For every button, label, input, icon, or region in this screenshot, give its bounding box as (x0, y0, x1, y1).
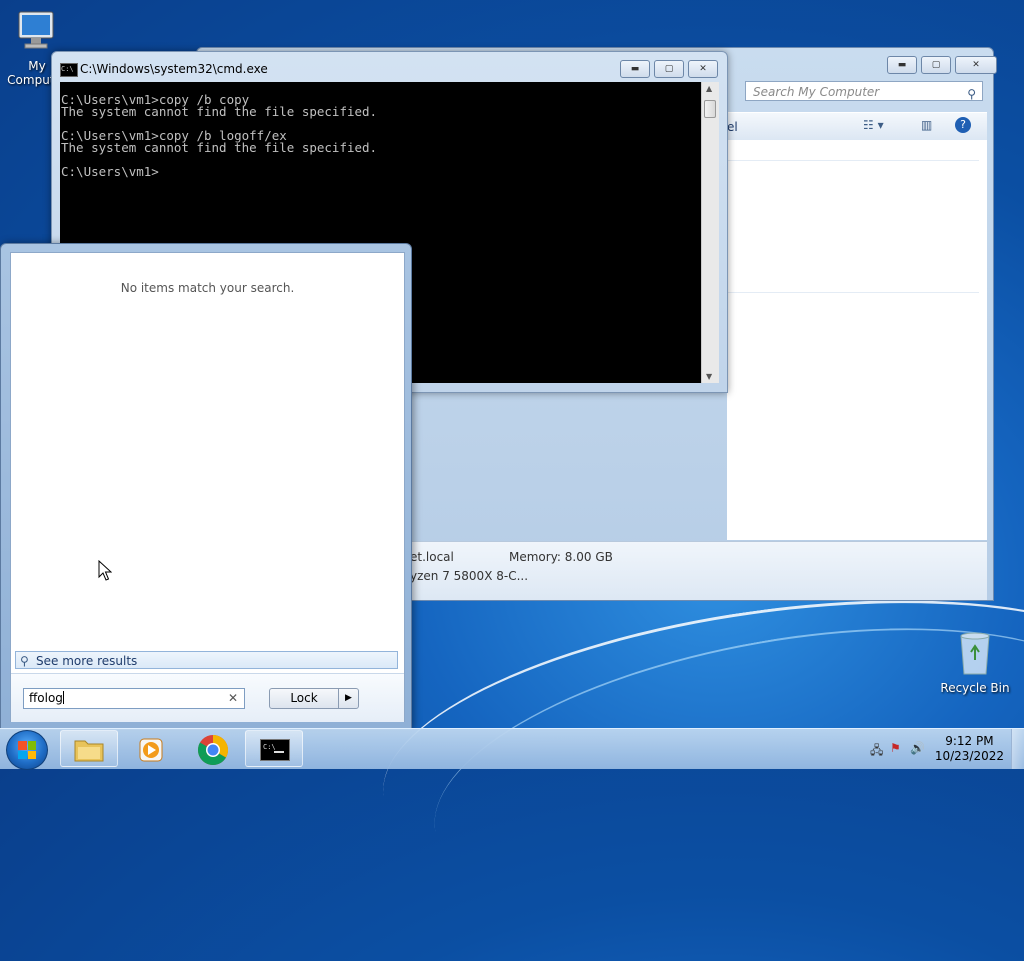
explorer-search-input[interactable]: Search My Computer ⚲ (745, 81, 983, 101)
details-pane: et.local Memory: 8.00 GB yzen 7 5800X 8-… (410, 541, 987, 600)
desktop-icon-recycle-bin[interactable]: Recycle Bin (938, 630, 1012, 695)
explorer-window-controls: ▬ ▢ ✕ (887, 56, 997, 74)
minimize-button[interactable]: ▬ (887, 56, 917, 74)
maximize-button[interactable]: ▢ (654, 60, 684, 78)
cmd-window-controls: ▬ ▢ ✕ (620, 60, 718, 78)
see-more-label: See more results (36, 654, 138, 668)
text-caret (62, 691, 64, 704)
help-icon[interactable]: ? (955, 117, 971, 133)
cmd-window-title: C:\Windows\system32\cmd.exe (80, 62, 268, 76)
svg-text:C:\: C:\ (263, 743, 276, 751)
clock-time: 9:12 PM (945, 734, 994, 748)
minimize-button[interactable]: ▬ (620, 60, 650, 78)
console-line: C:\Users\vm1> (61, 164, 159, 179)
network-icon[interactable]: 🖧 (870, 741, 883, 762)
shutdown-options-arrow-icon[interactable]: ▶ (338, 688, 359, 709)
start-search-input[interactable]: ffolog ✕ (23, 688, 245, 709)
details-domain: et.local (410, 550, 454, 564)
windows-logo-icon (18, 741, 36, 759)
search-placeholder: Search My Computer (753, 85, 880, 99)
clear-search-icon[interactable]: ✕ (228, 689, 238, 708)
mouse-cursor-icon (98, 560, 112, 581)
taskbar-explorer-button[interactable] (60, 730, 118, 767)
search-icon[interactable]: ⚲ (967, 84, 976, 104)
taskbar-chrome-button[interactable] (183, 730, 241, 767)
scroll-down-arrow-icon[interactable]: ▼ (706, 372, 712, 381)
cmd-icon: C:\ (260, 739, 290, 761)
scroll-up-arrow-icon[interactable]: ▲ (706, 84, 712, 93)
lock-button[interactable]: Lock (269, 688, 339, 709)
volume-icon[interactable]: 🔊 (910, 741, 925, 755)
action-center-icon[interactable]: ⚑ (890, 741, 901, 755)
view-options-icon[interactable]: ☷ ▾ (863, 118, 884, 132)
start-button[interactable] (6, 730, 48, 770)
details-memory: Memory: 8.00 GB (509, 550, 613, 564)
see-more-results-link[interactable]: ⚲ See more results (15, 651, 398, 669)
divider (727, 160, 979, 161)
explorer-toolbar: el ☷ ▾ ▥ ? (727, 112, 987, 141)
start-menu-results-panel: No items match your search. ⚲ See more r… (10, 252, 405, 722)
media-player-icon (139, 738, 163, 762)
preview-pane-icon[interactable]: ▥ (921, 118, 932, 132)
scroll-thumb[interactable] (704, 100, 716, 118)
start-menu-bottom-bar: ffolog ✕ Lock ▶ (11, 673, 404, 722)
close-button[interactable]: ✕ (688, 60, 718, 78)
taskbar-cmd-button[interactable]: C:\ (245, 730, 303, 767)
toolbar-item-fragment[interactable]: el (727, 120, 738, 134)
system-tray: 🖧 ⚑ 🔊 9:12 PM 10/23/2022 (854, 729, 1024, 769)
clock[interactable]: 9:12 PM 10/23/2022 (935, 734, 1004, 764)
folder-icon (74, 740, 104, 762)
close-button[interactable]: ✕ (955, 56, 997, 74)
clock-date: 10/23/2022 (934, 749, 1004, 763)
desktop-icon-label: Recycle Bin (940, 681, 1010, 695)
cmd-scrollbar[interactable]: ▲ ▼ (701, 82, 719, 383)
console-line: The system cannot find the file specifie… (61, 140, 378, 155)
explorer-content (727, 140, 987, 540)
taskbar-media-player-button[interactable] (121, 730, 179, 767)
search-icon: ⚲ (20, 654, 29, 668)
chrome-icon (197, 735, 229, 766)
search-value: ffolog (29, 691, 63, 705)
details-processor: yzen 7 5800X 8-C... (410, 569, 529, 583)
no-results-message: No items match your search. (120, 281, 295, 295)
wallpaper-swoosh-2 (412, 581, 1024, 961)
start-menu: No items match your search. ⚲ See more r… (0, 243, 412, 730)
show-desktop-button[interactable] (1011, 729, 1024, 769)
divider (727, 292, 979, 293)
maximize-button[interactable]: ▢ (921, 56, 951, 74)
taskbar: C:\ 🖧 ⚑ 🔊 9:12 PM 10/23/2022 (0, 728, 1024, 770)
cmd-icon: C:\ (60, 63, 78, 77)
computer-icon (0, 8, 74, 57)
console-line: The system cannot find the file specifie… (61, 104, 378, 119)
recycle-bin-icon (938, 630, 1012, 679)
